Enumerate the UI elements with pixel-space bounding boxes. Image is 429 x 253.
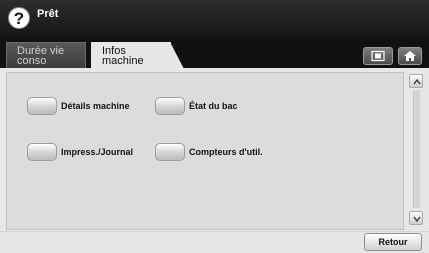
button-pill (155, 97, 185, 115)
scroll-down-button[interactable] (409, 211, 423, 225)
compteurs-util-button[interactable]: Compteurs d'util. (155, 143, 263, 161)
impress-journal-label: Impress./Journal (61, 147, 134, 157)
tab-label-line2: conso (17, 55, 47, 67)
tab-infos-machine[interactable]: Infos machine (91, 42, 184, 69)
tab-strip: Durée vie conso Infos machine (0, 38, 429, 69)
button-pill (27, 97, 57, 115)
menu-panel: Détails machine État du bac Impress./Jou… (6, 72, 404, 230)
impress-journal-button[interactable]: Impress./Journal (27, 143, 133, 161)
chevron-up-icon (413, 78, 421, 85)
details-machine-button[interactable]: Détails machine (27, 97, 130, 115)
scroll-up-button[interactable] (409, 74, 423, 88)
screen: ? Prêt Durée vie conso Infos machine Dét… (0, 0, 429, 253)
button-pill (155, 143, 185, 161)
status-bar: ? Prêt (0, 0, 429, 38)
tab-duree-vie-conso[interactable]: Durée vie conso (6, 42, 86, 68)
details-machine-label: Détails machine (61, 101, 130, 111)
etat-bac-button[interactable]: État du bac (155, 97, 238, 115)
home-button[interactable] (398, 47, 422, 65)
help-icon[interactable]: ? (8, 7, 30, 29)
scrollbar-track[interactable] (413, 90, 420, 208)
button-pill (27, 143, 57, 161)
status-text: Prêt (37, 8, 59, 20)
etat-bac-label: État du bac (189, 101, 238, 111)
retour-button[interactable]: Retour (364, 233, 422, 251)
tab-label-line2: machine (102, 55, 144, 67)
compteurs-util-label: Compteurs d'util. (189, 147, 263, 157)
copy-screen-button[interactable] (363, 47, 393, 65)
home-icon (404, 51, 416, 61)
copy-screen-icon (371, 50, 385, 62)
chevron-down-icon (413, 216, 421, 223)
content-area: Détails machine État du bac Impress./Jou… (0, 68, 429, 231)
